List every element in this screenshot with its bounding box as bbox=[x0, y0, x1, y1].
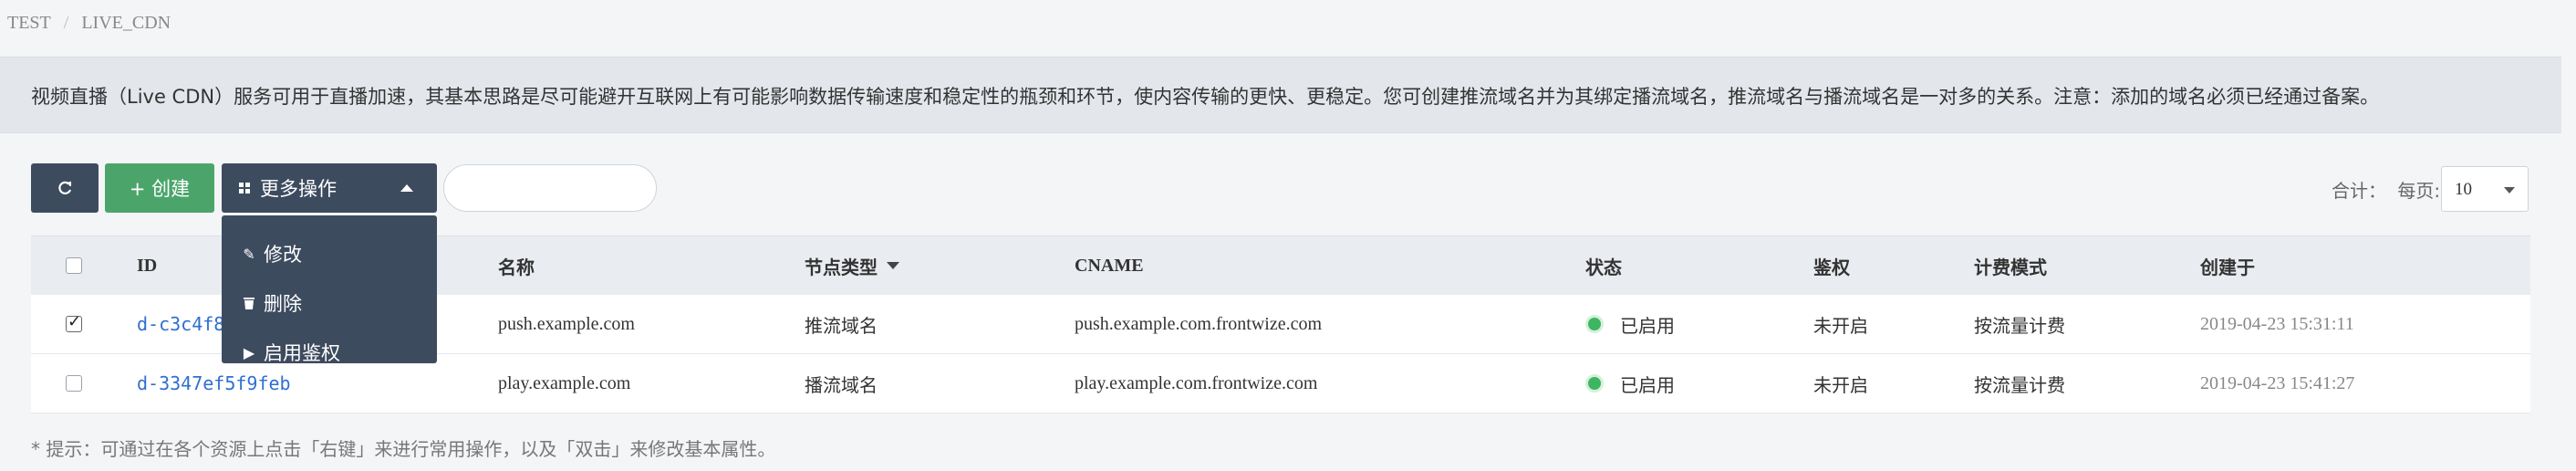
refresh-button[interactable] bbox=[31, 163, 99, 213]
row-name: play.example.com bbox=[498, 372, 631, 393]
row-node-type: 推流域名 bbox=[805, 314, 878, 337]
row-id-link[interactable]: d-c3c4f8 bbox=[137, 295, 224, 353]
row-created: 2019-04-23 15:41:27 bbox=[2200, 372, 2355, 393]
select-all-checkbox[interactable] bbox=[66, 257, 82, 274]
per-page-value: 10 bbox=[2455, 180, 2472, 199]
menu-item-enable-auth[interactable]: ▶ 启用鉴权 bbox=[240, 334, 340, 371]
menu-item-delete[interactable]: 删除 bbox=[240, 285, 302, 321]
total-label: 合计： bbox=[2332, 180, 2386, 202]
row-auth: 未开启 bbox=[1813, 314, 1868, 337]
grid-icon bbox=[239, 183, 250, 194]
per-page-select[interactable]: 10 bbox=[2441, 166, 2529, 212]
row-status-text: 已启用 bbox=[1620, 373, 1675, 396]
info-notice: 视频直播（Live CDN）服务可用于直播加速，其基本思路是尽可能避开互联网上有… bbox=[0, 57, 2561, 133]
trash-icon bbox=[240, 296, 258, 310]
row-name: push.example.com bbox=[498, 313, 635, 334]
row-billing: 按流量计费 bbox=[1974, 314, 2065, 337]
tip-text: * 提示：可通过在各个资源上点击「右键」来进行常用操作，以及「双击」来修改基本属… bbox=[31, 438, 776, 460]
header-node-type[interactable]: 节点类型 bbox=[805, 236, 899, 295]
row-billing: 按流量计费 bbox=[1974, 373, 2065, 396]
more-actions-label: 更多操作 bbox=[260, 178, 337, 200]
per-page-label: 每页: bbox=[2397, 180, 2441, 202]
header-cname[interactable]: CNAME bbox=[1075, 236, 1144, 295]
caret-up-icon bbox=[400, 184, 413, 192]
pager-info: 合计： 每页: bbox=[2332, 176, 2440, 203]
breadcrumb-separator: / bbox=[63, 13, 69, 33]
caret-down-icon[interactable] bbox=[887, 261, 899, 270]
header-name[interactable]: 名称 bbox=[498, 236, 535, 295]
header-created[interactable]: 创建于 bbox=[2200, 236, 2255, 295]
row-checkbox[interactable] bbox=[66, 312, 82, 332]
breadcrumb-item-test[interactable]: TEST bbox=[7, 13, 51, 33]
chevron-down-icon bbox=[2504, 187, 2515, 194]
create-button-label: + 创建 bbox=[129, 178, 191, 200]
row-auth: 未开启 bbox=[1813, 373, 1868, 396]
menu-item-enable-auth-label: 启用鉴权 bbox=[264, 342, 340, 364]
pencil-icon: ✎ bbox=[243, 245, 255, 263]
row-created: 2019-04-23 15:31:11 bbox=[2200, 313, 2354, 334]
row-cname: push.example.com.frontwize.com bbox=[1075, 313, 1323, 334]
row-cname: play.example.com.frontwize.com bbox=[1075, 372, 1318, 393]
row-status-text: 已启用 bbox=[1620, 314, 1675, 337]
menu-item-edit[interactable]: ✎ 修改 bbox=[240, 236, 302, 272]
header-node-type-label: 节点类型 bbox=[805, 256, 878, 278]
menu-item-delete-label: 删除 bbox=[264, 293, 302, 315]
header-status[interactable]: 状态 bbox=[1585, 236, 1622, 295]
breadcrumb-item-live-cdn[interactable]: LIVE_CDN bbox=[81, 13, 171, 33]
header-billing[interactable]: 计费模式 bbox=[1974, 236, 2047, 295]
row-status: 已启用 bbox=[1585, 354, 1675, 413]
more-actions-button[interactable]: 更多操作 bbox=[222, 163, 437, 213]
breadcrumb: TEST / LIVE_CDN bbox=[7, 13, 171, 34]
more-actions-dropdown: ✎ 修改 删除 ▶ 启用鉴权 bbox=[222, 215, 437, 364]
row-status: 已启用 bbox=[1585, 295, 1675, 353]
header-id[interactable]: ID bbox=[137, 236, 157, 295]
notice-text: 视频直播（Live CDN）服务可用于直播加速，其基本思路是尽可能避开互联网上有… bbox=[31, 86, 2380, 108]
status-dot-icon bbox=[1585, 374, 1604, 392]
refresh-icon bbox=[58, 181, 72, 194]
row-checkbox[interactable] bbox=[66, 375, 82, 392]
status-dot-icon bbox=[1585, 315, 1604, 333]
header-auth[interactable]: 鉴权 bbox=[1813, 236, 1850, 295]
create-button[interactable]: + 创建 bbox=[105, 163, 214, 213]
row-node-type: 播流域名 bbox=[805, 373, 878, 396]
play-icon: ▶ bbox=[243, 343, 255, 361]
menu-item-edit-label: 修改 bbox=[264, 244, 302, 266]
search-input[interactable] bbox=[443, 164, 657, 212]
